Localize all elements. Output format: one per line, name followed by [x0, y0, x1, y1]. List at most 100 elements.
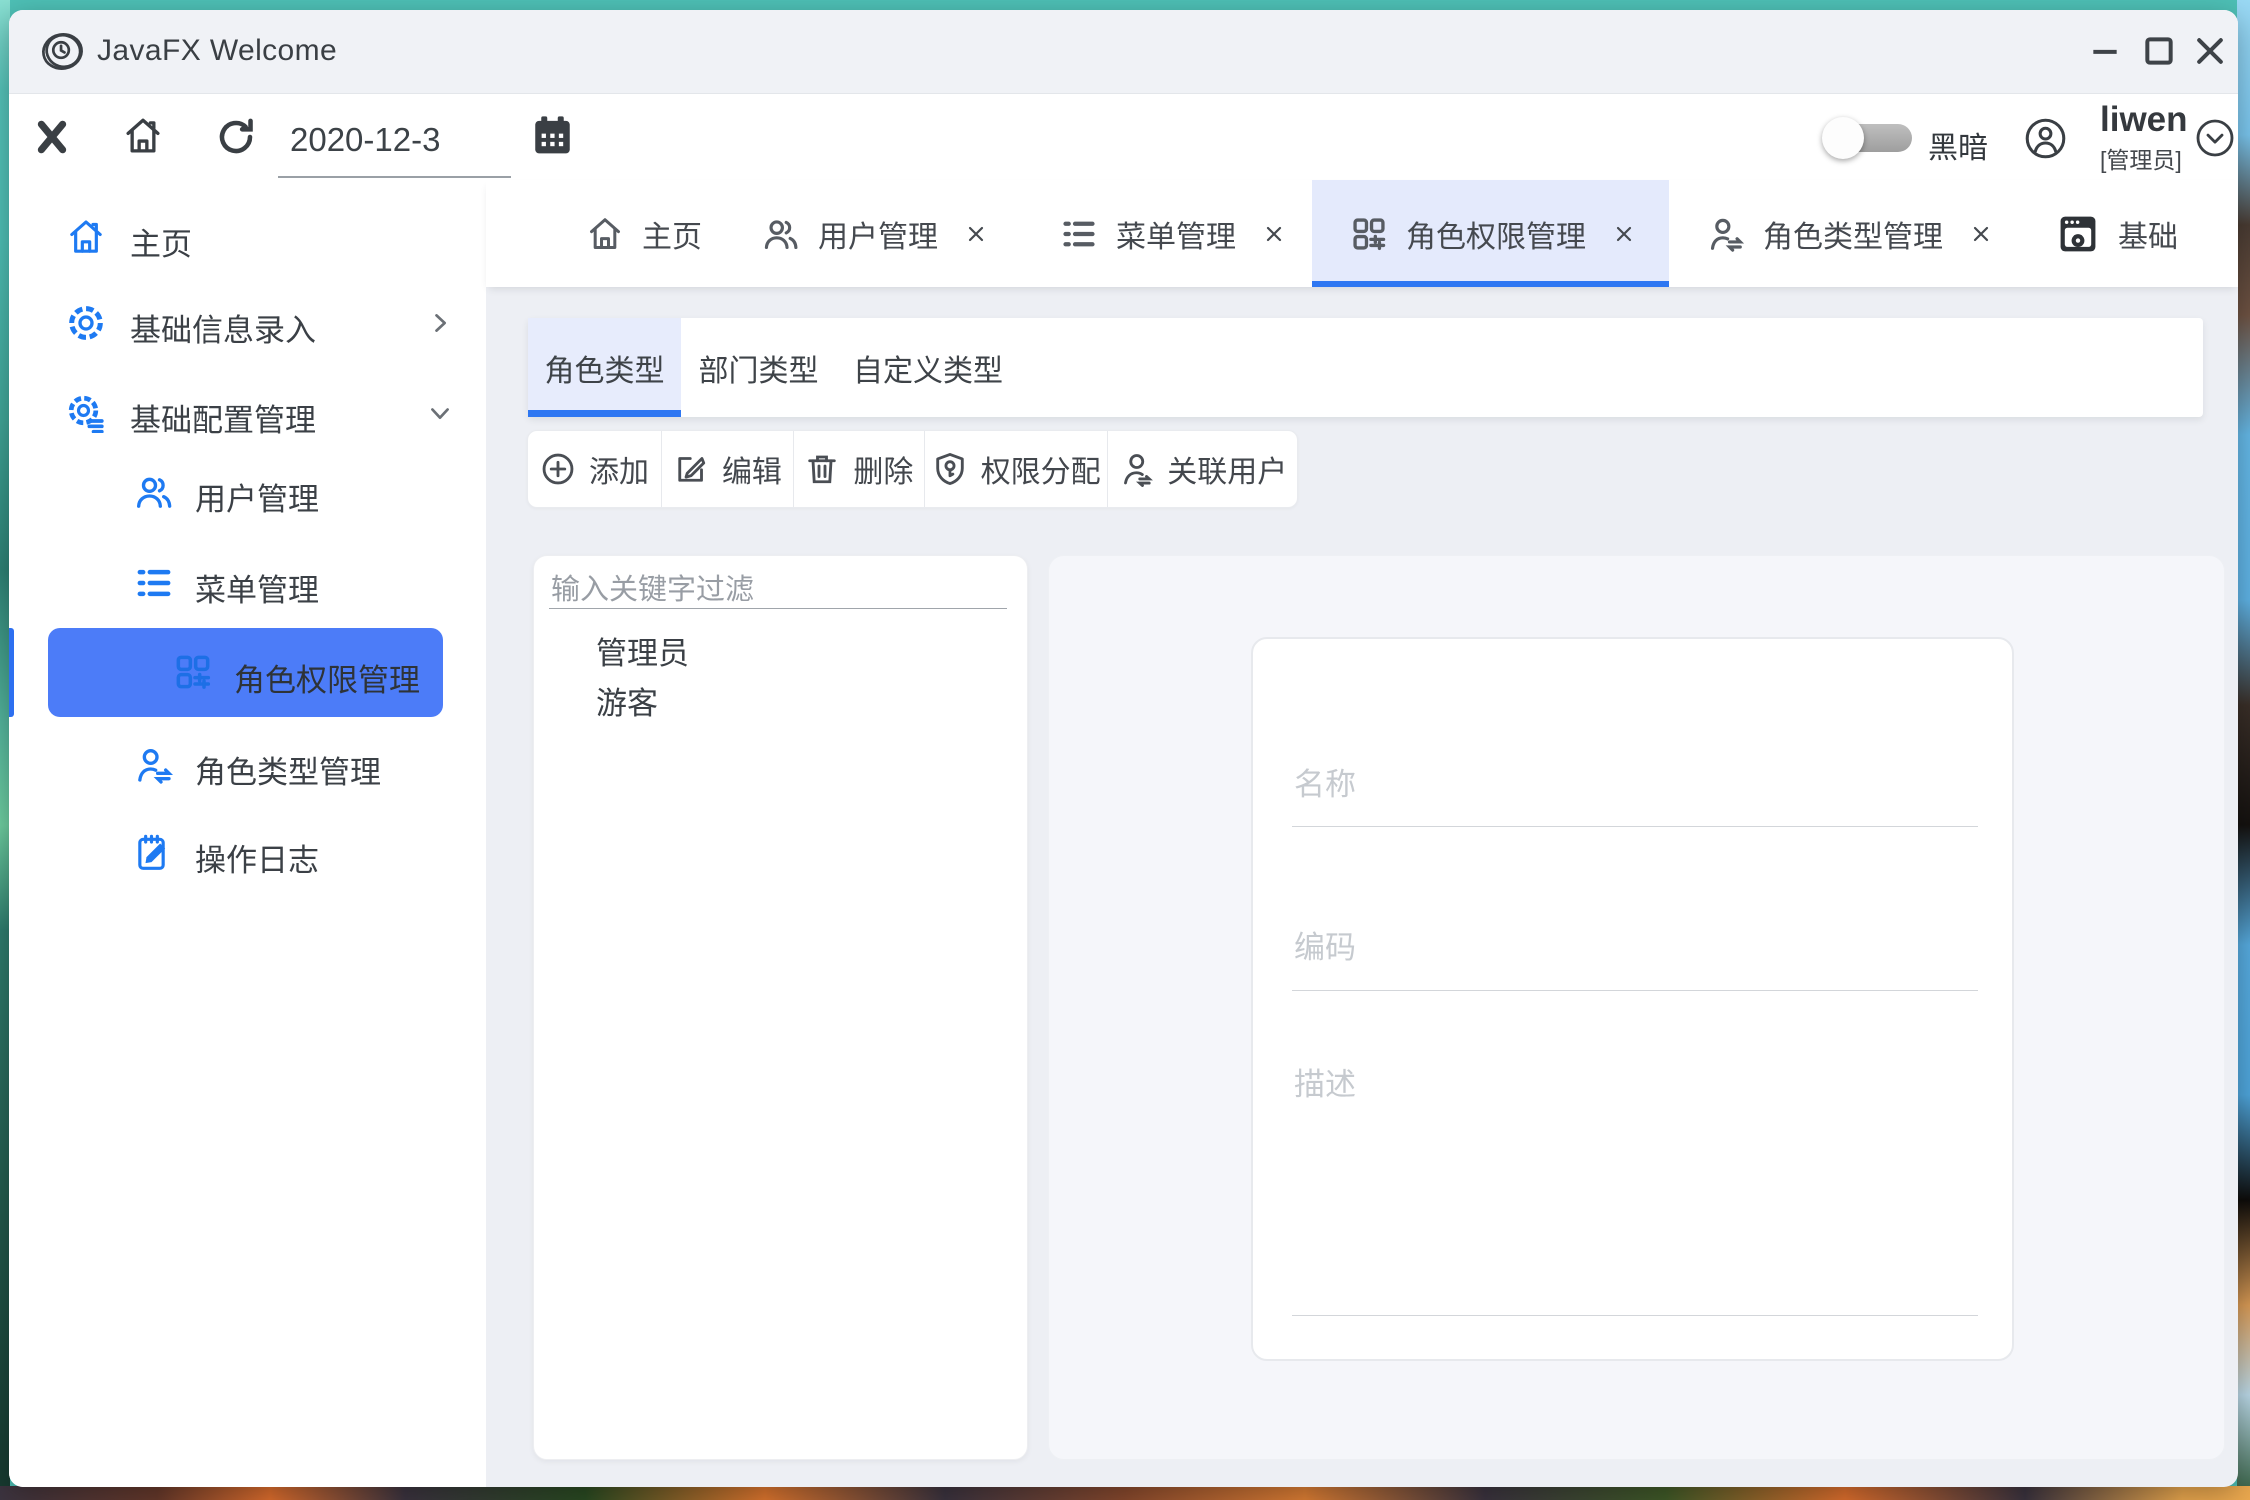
button-label: 关联用户	[1167, 447, 1287, 491]
tree-item-guest[interactable]: 游客	[596, 678, 658, 723]
sidebar-item-user-management[interactable]: 用户管理	[9, 460, 486, 524]
sidebar-item-label: 主页	[130, 219, 192, 264]
button-label: 添加	[589, 447, 649, 491]
dark-mode-toggle-knob[interactable]	[1822, 117, 1864, 159]
sidebar-item-label: 菜单管理	[195, 565, 319, 610]
date-field-underline	[278, 176, 511, 178]
user-role-badge: [管理员]	[2100, 141, 2182, 175]
users-icon	[134, 472, 174, 512]
tab-home[interactable]: 主页	[586, 180, 702, 287]
tab-menu-management[interactable]: 菜单管理	[1060, 180, 1286, 287]
permission-assign-button[interactable]: 权限分配	[924, 431, 1108, 507]
code-field[interactable]: 编码	[1294, 922, 1356, 967]
tab-close-icon[interactable]	[1612, 222, 1636, 246]
user-link-icon	[1118, 451, 1154, 487]
dark-mode-label: 黑暗	[1928, 123, 1988, 167]
subtab-label: 自定义类型	[853, 346, 1003, 390]
user-swap-icon	[134, 745, 174, 785]
list-icon	[134, 563, 174, 603]
components-grid-icon	[1350, 215, 1388, 253]
app-logo-clock-icon	[39, 28, 86, 75]
sidebar-item-label: 角色权限管理	[234, 655, 420, 700]
delete-button[interactable]: 删除	[793, 431, 924, 507]
button-label: 删除	[853, 447, 913, 491]
minimize-button[interactable]	[2085, 31, 2125, 71]
button-label: 权限分配	[981, 447, 1101, 491]
tab-basic[interactable]: 基础	[2056, 180, 2178, 287]
sidebar-item-label: 基础配置管理	[130, 395, 316, 440]
gear-settings-icon	[66, 393, 106, 433]
subtab-department-type[interactable]: 部门类型	[681, 318, 836, 417]
tab-role-type-management[interactable]: 角色类型管理	[1707, 180, 1993, 287]
add-button[interactable]: 添加	[528, 431, 661, 507]
tree-item-admin[interactable]: 管理员	[596, 628, 689, 673]
sidebar-item-role-type[interactable]: 角色类型管理	[9, 733, 486, 797]
tab-label: 用户管理	[818, 212, 938, 256]
close-tabs-icon[interactable]	[35, 116, 69, 158]
refresh-icon[interactable]	[215, 116, 257, 158]
filter-input-underline	[549, 608, 1007, 609]
date-field[interactable]: 2020-12-3	[290, 121, 440, 159]
description-field[interactable]: 描述	[1294, 1059, 1356, 1104]
tab-role-permission-active[interactable]: 角色权限管理	[1312, 180, 1669, 287]
subtab-label: 部门类型	[699, 346, 819, 390]
subtab-custom-type[interactable]: 自定义类型	[836, 318, 1020, 417]
users-icon	[762, 215, 800, 253]
title-bar: JavaFX Welcome	[9, 10, 2238, 94]
home-icon	[586, 215, 624, 253]
maximize-button[interactable]	[2139, 31, 2179, 71]
window-title: JavaFX Welcome	[97, 34, 337, 68]
gear-icon	[66, 303, 106, 343]
user-menu-chevron-icon[interactable]	[2195, 118, 2235, 158]
subtab-role-type[interactable]: 角色类型	[528, 318, 681, 417]
tab-close-icon[interactable]	[964, 222, 988, 246]
name-field[interactable]: 名称	[1294, 759, 1356, 804]
sidebar-item-basic-config[interactable]: 基础配置管理	[9, 381, 486, 445]
edit-pencil-icon	[673, 451, 709, 487]
button-label: 编辑	[722, 447, 782, 491]
sidebar-item-label: 操作日志	[195, 835, 319, 880]
tab-close-icon[interactable]	[1969, 222, 1993, 246]
log-notebook-icon	[134, 833, 174, 873]
calendar-icon[interactable]	[530, 113, 575, 158]
role-tree-panel: 输入关键字过滤 管理员 游客	[533, 555, 1028, 1460]
filter-input[interactable]: 输入关键字过滤	[551, 566, 754, 608]
tab-label: 主页	[642, 212, 702, 256]
sidebar: 主页 基础信息录入	[9, 180, 486, 1487]
sidebar-selection-indicator	[9, 628, 14, 717]
close-button[interactable]	[2190, 31, 2230, 71]
tab-label: 基础	[2118, 212, 2178, 256]
home-icon[interactable]	[122, 115, 164, 157]
edit-button[interactable]: 编辑	[661, 431, 793, 507]
user-avatar-icon[interactable]	[2024, 117, 2067, 160]
wallpaper-right-strip	[2237, 0, 2250, 1500]
name-field-underline	[1292, 826, 1978, 827]
sidebar-item-operation-log[interactable]: 操作日志	[9, 821, 486, 885]
window-gear-icon	[2056, 212, 2100, 256]
tab-label: 角色类型管理	[1763, 212, 1943, 256]
chevron-right-icon	[426, 309, 454, 337]
sidebar-item-menu-management[interactable]: 菜单管理	[9, 551, 486, 615]
sidebar-item-home[interactable]: 主页	[9, 205, 486, 269]
subtab-label: 角色类型	[545, 346, 665, 390]
app-window: JavaFX Welcome	[9, 10, 2238, 1487]
home-icon	[66, 217, 106, 257]
tab-label: 菜单管理	[1116, 212, 1236, 256]
desktop-wallpaper: JavaFX Welcome	[0, 0, 2250, 1500]
toolbar: 2020-12-3 黑暗	[9, 94, 2238, 180]
action-button-group: 添加 编辑 删除	[527, 430, 1298, 508]
link-users-button[interactable]: 关联用户	[1107, 431, 1297, 507]
role-detail-panel: 名称 编码 描述	[1048, 555, 2225, 1460]
plus-circle-icon	[540, 451, 576, 487]
wallpaper-bottom-strip	[0, 1486, 2250, 1500]
tab-close-icon[interactable]	[1262, 222, 1286, 246]
tab-label: 角色权限管理	[1406, 212, 1586, 256]
subtab-bar: 角色类型 部门类型 自定义类型	[528, 318, 2203, 417]
tab-user-management[interactable]: 用户管理	[762, 180, 988, 287]
user-name[interactable]: liwen	[2100, 100, 2188, 140]
tab-bar: 主页 用户管理	[486, 180, 2238, 287]
sidebar-item-basic-info-entry[interactable]: 基础信息录入	[9, 291, 486, 355]
trash-icon	[804, 451, 840, 487]
code-field-underline	[1292, 990, 1978, 991]
sidebar-item-role-permission[interactable]: 角色权限管理	[48, 628, 443, 717]
